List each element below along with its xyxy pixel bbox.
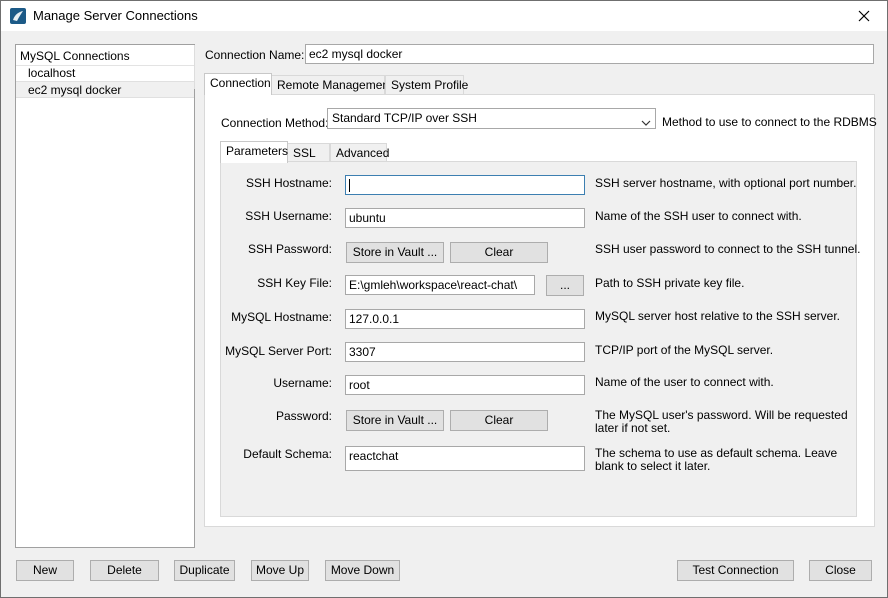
connection-method-value: Standard TCP/IP over SSH <box>332 111 477 125</box>
ssh-hostname-description: SSH server hostname, with optional port … <box>595 176 857 190</box>
password-clear-button[interactable]: Clear <box>450 410 548 431</box>
connection-name-input[interactable]: ec2 mysql docker <box>305 44 874 64</box>
text-caret <box>349 179 350 193</box>
chevron-down-icon <box>641 114 651 133</box>
list-item-localhost[interactable]: localhost <box>16 65 194 82</box>
mysql-hostname-description: MySQL server host relative to the SSH se… <box>595 309 840 323</box>
connection-method-description: Method to use to connect to the RDBMS <box>662 115 877 129</box>
password-store-in-vault-button[interactable]: Store in Vault ... <box>346 410 444 431</box>
mysql-hostname-label: MySQL Hostname: <box>231 310 332 324</box>
mysql-server-port-label: MySQL Server Port: <box>225 344 332 358</box>
default-schema-input[interactable]: reactchat <box>345 446 585 471</box>
tab-advanced[interactable]: Advanced <box>330 143 389 163</box>
ssh-hostname-input[interactable] <box>345 175 585 195</box>
ssh-key-file-description: Path to SSH private key file. <box>595 276 745 290</box>
mysql-workbench-icon <box>10 8 26 24</box>
test-connection-button[interactable]: Test Connection <box>677 560 794 581</box>
connection-method-select[interactable]: Standard TCP/IP over SSH <box>327 108 656 129</box>
new-button[interactable]: New <box>16 560 74 581</box>
list-divider <box>194 45 195 89</box>
list-item-ec2-mysql-docker[interactable]: ec2 mysql docker <box>16 81 194 98</box>
default-schema-label: Default Schema: <box>243 447 332 461</box>
tab-parameters[interactable]: Parameters <box>220 141 288 163</box>
ssh-key-file-input[interactable]: E:\gmleh\workspace\react-chat\ <box>345 275 535 295</box>
mysql-server-port-description: TCP/IP port of the MySQL server. <box>595 343 774 357</box>
username-label: Username: <box>273 376 332 390</box>
ssh-password-store-in-vault-button[interactable]: Store in Vault ... <box>346 242 444 263</box>
default-schema-description-line-2: blank to select it later. <box>595 459 711 473</box>
password-description-line-2: later if not set. <box>595 421 671 435</box>
username-description: Name of the user to connect with. <box>595 375 774 389</box>
ssh-username-description: Name of the SSH user to connect with. <box>595 209 802 223</box>
mysql-hostname-input[interactable]: 127.0.0.1 <box>345 309 585 329</box>
ssh-password-description: SSH user password to connect to the SSH … <box>595 242 861 256</box>
title-bar: Manage Server Connections <box>1 1 887 31</box>
ssh-key-file-browse-button[interactable]: ... <box>546 275 584 296</box>
ssh-hostname-label: SSH Hostname: <box>245 176 332 190</box>
close-button[interactable]: Close <box>809 560 872 581</box>
move-up-button[interactable]: Move Up <box>251 560 309 581</box>
ssh-password-clear-button[interactable]: Clear <box>450 242 548 263</box>
mysql-server-port-input[interactable]: 3307 <box>345 342 585 362</box>
ssh-key-file-label: SSH Key File: <box>257 276 332 290</box>
connections-list[interactable]: MySQL Connections localhost ec2 mysql do… <box>15 44 195 548</box>
password-label: Password: <box>275 409 332 423</box>
tab-remote-management[interactable]: Remote Management <box>271 75 392 95</box>
ssh-username-input[interactable]: ubuntu <box>345 208 585 228</box>
manage-server-connections-window: Manage Server Connections MySQL Connecti… <box>0 0 888 598</box>
connection-method-label: Connection Method: <box>221 116 329 130</box>
close-icon[interactable] <box>841 1 887 31</box>
duplicate-button[interactable]: Duplicate <box>174 560 235 581</box>
tab-system-profile[interactable]: System Profile <box>385 75 468 95</box>
move-down-button[interactable]: Move Down <box>325 560 400 581</box>
connection-name-label: Connection Name: <box>205 48 305 62</box>
tab-connection[interactable]: Connection <box>204 73 272 95</box>
connections-list-header: MySQL Connections <box>20 49 130 63</box>
tab-ssl[interactable]: SSL <box>287 143 330 163</box>
username-input[interactable]: root <box>345 375 585 395</box>
window-title: Manage Server Connections <box>33 8 198 23</box>
ssh-password-label: SSH Password: <box>247 242 332 256</box>
ssh-username-label: SSH Username: <box>245 209 332 223</box>
delete-button[interactable]: Delete <box>90 560 159 581</box>
